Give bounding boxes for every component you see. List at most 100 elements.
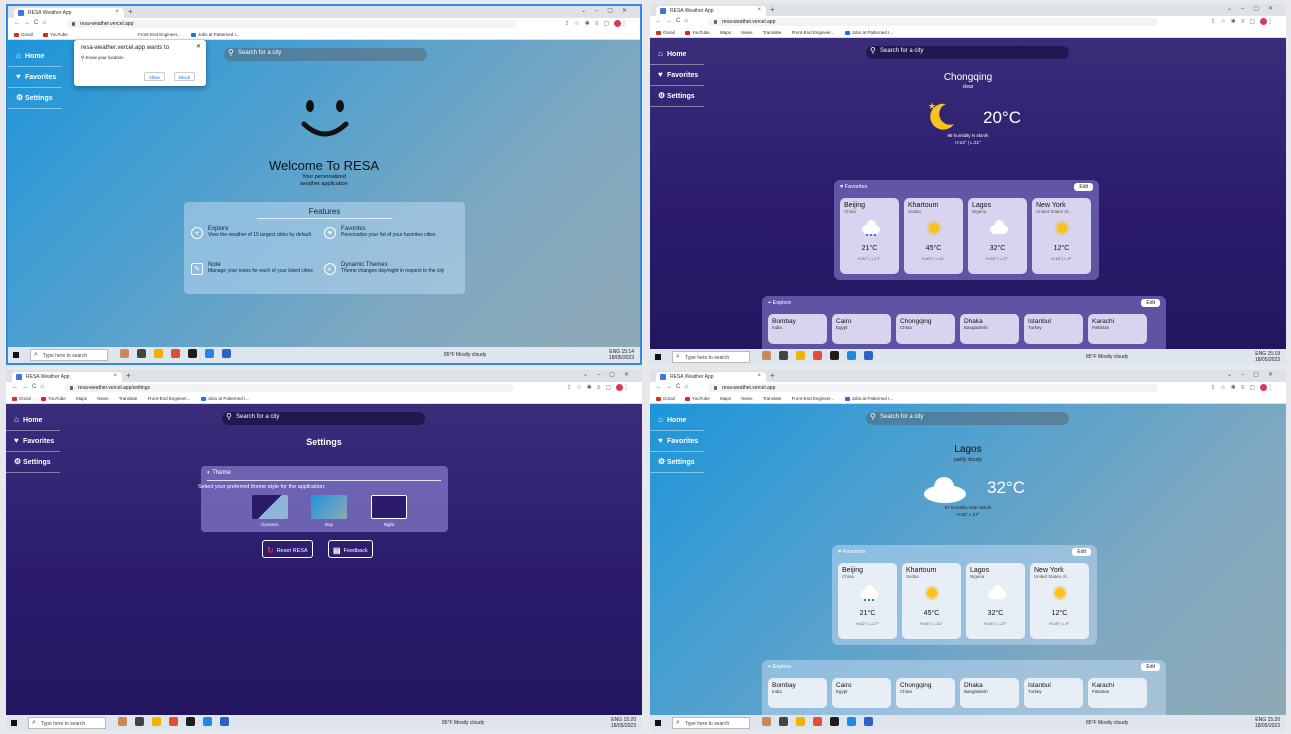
bookmark-jobs[interactable]: Jobs at Patterned I...	[200, 396, 249, 401]
url-field[interactable]: resa-weather.vercel.app	[708, 384, 1158, 392]
sidebar-item-favorites[interactable]: ♥ Favorites	[8, 68, 62, 88]
close-icon[interactable]: ✕	[196, 43, 201, 50]
search-input[interactable]: Search for a city	[224, 48, 427, 61]
new-tab-icon[interactable]: +	[770, 371, 775, 380]
explore-card-chongqing[interactable]: Chongqing China	[896, 314, 955, 344]
sidebar-item-settings[interactable]: ⚙ Settings	[650, 87, 704, 107]
explore-card-bombay[interactable]: Bombay India	[768, 314, 827, 344]
search-input[interactable]: Search for a city	[866, 412, 1069, 425]
taskbar-search[interactable]: Type here to search	[28, 717, 106, 729]
favorites-edit-button[interactable]: Edit	[1074, 183, 1093, 191]
bookmark-frontend[interactable]: Front-End Engineer...	[138, 32, 181, 37]
reset-button[interactable]: ↻ Reset RESA	[262, 540, 313, 558]
bookmark-gmail[interactable]: Gmail	[14, 32, 33, 37]
bookmark-maps[interactable]: Maps	[76, 396, 87, 401]
system-tray[interactable]: ENG 15:14 18/05/2023	[609, 349, 634, 361]
favorite-card-lagos[interactable]: Lagos Nigeria 32°C H:28° | L:27°	[966, 563, 1025, 639]
explore-card-bombay[interactable]: Bombay India	[768, 678, 827, 708]
new-tab-icon[interactable]: +	[126, 371, 131, 380]
nav-buttons[interactable]: ←→C⌂	[656, 18, 692, 24]
explore-card-karachi[interactable]: Karachi Pakistan	[1088, 314, 1147, 344]
taskbar-search[interactable]: Type here to search	[672, 717, 750, 729]
windows-start-icon[interactable]	[13, 352, 19, 358]
bookmark-youtube[interactable]: YouTube	[41, 396, 66, 401]
taskbar-search[interactable]: Type here to search	[672, 351, 750, 363]
window-controls[interactable]: ⌄–▢✕	[1227, 371, 1282, 378]
theme-option-dynamic[interactable]	[252, 495, 288, 519]
profile-avatar[interactable]	[1260, 18, 1267, 25]
browser-tab[interactable]: RESA Weather App ×	[12, 372, 122, 382]
favorite-card-beijing[interactable]: Beijing China 21°C H:32° | L:17°	[838, 563, 897, 639]
profile-avatar[interactable]	[614, 20, 621, 27]
allow-button[interactable]: Allow	[144, 72, 165, 81]
nav-buttons[interactable]: ←→C⌂	[14, 20, 50, 26]
sidebar-item-settings[interactable]: ⚙ Settings	[650, 453, 704, 473]
sidebar-item-home[interactable]: ⌂ Home	[8, 47, 62, 67]
window-controls[interactable]: ⌄–▢✕	[583, 371, 638, 378]
favorites-edit-button[interactable]: Edit	[1072, 548, 1091, 556]
feedback-button[interactable]: ▤ Feedback	[328, 540, 373, 558]
window-controls[interactable]: ⌄–▢✕	[1227, 5, 1282, 12]
close-tab-icon[interactable]: ×	[115, 9, 119, 15]
theme-option-night[interactable]	[371, 495, 407, 519]
taskbar-weather[interactable]: 85°F Mostly cloudy	[1086, 354, 1128, 360]
bookmark-gmail[interactable]: Gmail	[656, 30, 675, 35]
toolbar-icons[interactable]: ⇪☆✱≡▢ ⋮	[566, 384, 634, 391]
taskbar-weather[interactable]: 85°F Mostly cloudy	[442, 720, 484, 726]
explore-card-dhaka[interactable]: Dhaka Bangladesh	[960, 314, 1019, 344]
windows-start-icon[interactable]	[655, 354, 661, 360]
browser-tab[interactable]: RESA Weather App ×	[656, 6, 766, 16]
bookmark-jobs[interactable]: Jobs at Patterned I...	[844, 30, 893, 35]
explore-edit-button[interactable]: Edit	[1141, 299, 1160, 307]
sidebar-item-home[interactable]: ⌂ Home	[650, 45, 704, 65]
taskbar-apps[interactable]	[762, 351, 881, 361]
bookmark-frontend[interactable]: Front-End Engineer...	[148, 396, 191, 401]
block-button[interactable]: Block	[174, 72, 196, 81]
bookmark-translate[interactable]: Translate	[763, 396, 782, 401]
bookmark-youtube[interactable]: YouTube	[685, 396, 710, 401]
explore-card-cairo[interactable]: Cairo Egypt	[832, 678, 891, 708]
favorite-card-newyork[interactable]: New York United States of... 12°C H:18° | L…	[1032, 198, 1091, 274]
close-tab-icon[interactable]: ×	[757, 7, 761, 13]
toolbar-icons[interactable]: ⇪☆✱≡▢ ⋮	[1210, 18, 1278, 25]
explore-card-karachi[interactable]: Karachi Pakistan	[1088, 678, 1147, 708]
bookmark-maps[interactable]: Maps	[720, 30, 731, 35]
explore-edit-button[interactable]: Edit	[1141, 663, 1160, 671]
explore-card-cairo[interactable]: Cairo Egypt	[832, 314, 891, 344]
taskbar-apps[interactable]	[120, 349, 239, 359]
favorite-card-lagos[interactable]: Lagos Nigeria 32°C H:28° | L:27°	[968, 198, 1027, 274]
bookmark-frontend[interactable]: Front-End Engineer...	[792, 396, 835, 401]
window-controls[interactable]: ⌄–▢✕	[581, 7, 636, 14]
windows-start-icon[interactable]	[655, 720, 661, 726]
bookmark-frontend[interactable]: Front-End Engineer...	[792, 30, 835, 35]
nav-buttons[interactable]: ←→C⌂	[12, 384, 48, 390]
favorite-card-khartoum[interactable]: Khartoum Sudan 45°C H:45° | L:31°	[904, 198, 963, 274]
browser-tab[interactable]: RESA Weather App ×	[656, 372, 766, 382]
system-tray[interactable]: ENG 15:20 18/05/2023	[611, 717, 636, 729]
explore-card-istanbul[interactable]: Istanbul Turkey	[1024, 678, 1083, 708]
browser-tab[interactable]: RESA Weather App ×	[14, 8, 124, 18]
nav-buttons[interactable]: ←→C⌂	[656, 384, 692, 390]
bookmark-translate[interactable]: Translate	[119, 396, 138, 401]
bookmark-news[interactable]: News	[97, 396, 108, 401]
taskbar-apps[interactable]	[118, 717, 237, 727]
search-input[interactable]: Search for a city	[866, 46, 1069, 59]
favorite-card-beijing[interactable]: Beijing China 21°C H:32° | L:17°	[840, 198, 899, 274]
bookmark-jobs[interactable]: Jobs at Patterned I...	[844, 396, 893, 401]
system-tray[interactable]: ENG 15:19 18/05/2023	[1255, 351, 1280, 363]
favorite-card-newyork[interactable]: New York United States of... 12°C H:18° | L…	[1030, 563, 1089, 639]
bookmark-youtube[interactable]: YouTube	[685, 30, 710, 35]
explore-card-chongqing[interactable]: Chongqing China	[896, 678, 955, 708]
sidebar-item-settings[interactable]: ⚙ Settings	[8, 89, 62, 109]
taskbar-weather[interactable]: 85°F Mostly cloudy	[1086, 720, 1128, 726]
url-field[interactable]: resa-weather.vercel.app/settings	[64, 384, 514, 392]
bookmark-youtube[interactable]: YouTube	[43, 32, 68, 37]
url-field[interactable]: resa-weather.vercel.app	[66, 20, 516, 28]
bookmark-gmail[interactable]: Gmail	[12, 396, 31, 401]
explore-card-dhaka[interactable]: Dhaka Bangladesh	[960, 678, 1019, 708]
search-input[interactable]: Search for a city	[222, 412, 425, 425]
url-field[interactable]: resa-weather.vercel.app	[708, 18, 1158, 26]
bookmark-maps[interactable]: Maps	[720, 396, 731, 401]
system-tray[interactable]: ENG 15:20 18/05/2023	[1255, 717, 1280, 729]
bookmark-gmail[interactable]: Gmail	[656, 396, 675, 401]
